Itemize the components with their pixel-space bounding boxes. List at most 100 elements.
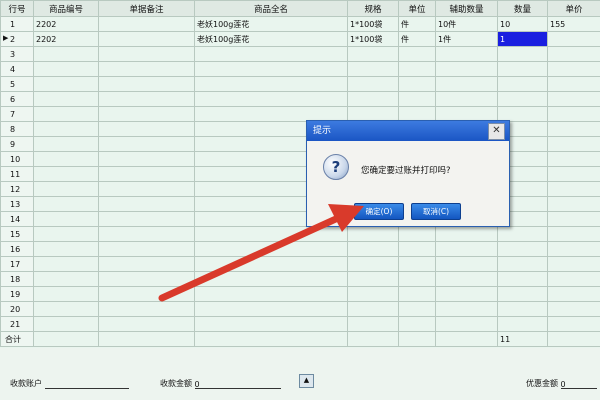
cell-note[interactable] (98, 316, 195, 332)
cell-code[interactable] (33, 136, 99, 152)
cell-code[interactable] (33, 106, 99, 122)
cell-price[interactable] (547, 286, 600, 302)
cell-qty[interactable] (497, 316, 548, 332)
discount-input[interactable]: 0 (560, 380, 597, 389)
row-number[interactable]: 19 (0, 286, 34, 302)
cell-code[interactable] (33, 121, 99, 137)
row-number[interactable]: 1 (0, 16, 34, 32)
cell-note[interactable] (98, 151, 195, 167)
table-row[interactable]: 21 (0, 316, 600, 332)
table-row[interactable]: 13 (0, 196, 600, 212)
cell-note[interactable] (98, 271, 195, 287)
cell-aux-qty[interactable] (435, 241, 498, 257)
cell-spec[interactable] (347, 76, 399, 92)
table-row[interactable]: 14 (0, 211, 600, 227)
cell-note[interactable] (98, 196, 195, 212)
cell-name[interactable] (194, 61, 348, 77)
cell-price[interactable] (547, 46, 600, 62)
table-row[interactable]: 12 (0, 181, 600, 197)
cell-aux-qty[interactable] (435, 226, 498, 242)
row-number[interactable]: 13 (0, 196, 34, 212)
cell-unit[interactable] (398, 226, 436, 242)
cell-price[interactable] (547, 301, 600, 317)
cell-note[interactable] (98, 226, 195, 242)
cancel-button[interactable]: 取消(C) (411, 203, 461, 220)
table-row[interactable]: 3 (0, 46, 600, 62)
col-header-note[interactable]: 单据备注 (98, 0, 195, 17)
cell-qty[interactable] (497, 241, 548, 257)
row-number[interactable]: 16 (0, 241, 34, 257)
cell-qty[interactable] (497, 301, 548, 317)
cell-note[interactable] (98, 241, 195, 257)
table-row[interactable]: 9 (0, 136, 600, 152)
cell-spec[interactable] (347, 286, 399, 302)
cell-spec[interactable] (347, 241, 399, 257)
cell-aux-qty[interactable]: 10件 (435, 16, 498, 32)
cell-note[interactable] (98, 106, 195, 122)
cell-note[interactable] (98, 211, 195, 227)
col-header-qty[interactable]: 数量 (497, 0, 548, 17)
cell-aux-qty[interactable] (435, 271, 498, 287)
col-header-code[interactable]: 商品编号 (33, 0, 99, 17)
cell-price[interactable] (547, 136, 600, 152)
cell-price[interactable] (547, 226, 600, 242)
cell-spec[interactable] (347, 271, 399, 287)
cell-note[interactable] (98, 136, 195, 152)
table-row[interactable]: 15 (0, 226, 600, 242)
cell-code[interactable] (33, 241, 99, 257)
table-row[interactable]: 20 (0, 301, 600, 317)
table-row[interactable]: 4 (0, 61, 600, 77)
cell-spec[interactable] (347, 61, 399, 77)
table-row[interactable]: 5 (0, 76, 600, 92)
cell-code[interactable]: 2202 (33, 16, 99, 32)
cell-code[interactable] (33, 76, 99, 92)
row-number[interactable]: 18 (0, 271, 34, 287)
col-header-name[interactable]: 商品全名 (194, 0, 348, 17)
col-header-row-no[interactable]: 行号 (0, 0, 34, 17)
cell-name[interactable] (194, 301, 348, 317)
row-number[interactable]: 8 (0, 121, 34, 137)
cell-unit[interactable] (398, 76, 436, 92)
cell-unit[interactable]: 件 (398, 16, 436, 32)
row-number[interactable]: 9 (0, 136, 34, 152)
cell-qty[interactable]: 10 (497, 16, 548, 32)
cell-qty[interactable] (497, 76, 548, 92)
cell-price[interactable] (547, 91, 600, 107)
cell-price[interactable] (547, 106, 600, 122)
cell-spec[interactable] (347, 301, 399, 317)
cell-code[interactable] (33, 91, 99, 107)
cell-note[interactable] (98, 166, 195, 182)
row-number[interactable]: 17 (0, 256, 34, 272)
cell-price[interactable]: 155 (547, 16, 600, 32)
table-row[interactable]: 1 2202 老妖100g莲花 1*100袋件 10件 10 155 (0, 16, 600, 32)
row-number[interactable]: 21 (0, 316, 34, 332)
cell-price[interactable] (547, 241, 600, 257)
cell-qty[interactable] (497, 61, 548, 77)
cell-name[interactable] (194, 256, 348, 272)
table-row[interactable]: 16 (0, 241, 600, 257)
cell-code[interactable] (33, 316, 99, 332)
cell-name[interactable] (194, 46, 348, 62)
cell-unit[interactable] (398, 301, 436, 317)
cell-note[interactable] (98, 61, 195, 77)
cell-unit[interactable] (398, 241, 436, 257)
cell-price[interactable] (547, 31, 600, 47)
cell-name[interactable] (194, 316, 348, 332)
cell-name[interactable] (194, 271, 348, 287)
cell-code[interactable] (33, 211, 99, 227)
cell-price[interactable] (547, 211, 600, 227)
cell-spec[interactable] (347, 256, 399, 272)
cell-code[interactable] (33, 151, 99, 167)
cell-note[interactable] (98, 256, 195, 272)
cell-aux-qty[interactable] (435, 46, 498, 62)
updown-button[interactable]: ▲ (299, 374, 314, 388)
account-input[interactable] (44, 380, 129, 389)
cell-aux-qty[interactable] (435, 301, 498, 317)
row-number[interactable]: 15 (0, 226, 34, 242)
cell-price[interactable] (547, 166, 600, 182)
cell-code[interactable] (33, 61, 99, 77)
row-number[interactable]: 14 (0, 211, 34, 227)
cell-qty-selected[interactable]: 1 (497, 31, 548, 47)
cell-code[interactable] (33, 181, 99, 197)
cell-unit[interactable] (398, 46, 436, 62)
